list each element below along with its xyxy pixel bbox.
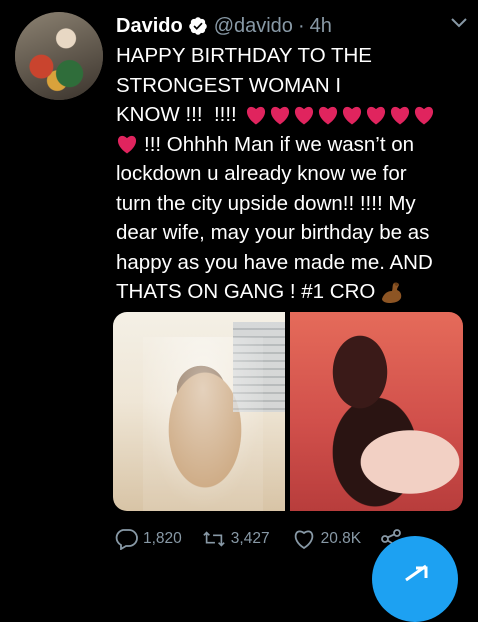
like-count: 20.8K — [320, 530, 362, 547]
retweet-icon — [203, 531, 225, 547]
reply-button[interactable]: 1,820 — [114, 528, 182, 550]
tweet-line: lockdown u already know we for — [116, 162, 407, 185]
retweet-button[interactable]: 3,427 — [202, 528, 270, 550]
tweet-line-with-heart: !!! Ohhhh Man if we wasn’t on — [116, 130, 466, 160]
tweet-line-with-emoji: THATS ON GANG ! #1 CRO — [116, 277, 466, 307]
tweet-line: dear wife, may your birthday be as — [116, 221, 430, 244]
heart-emoji — [414, 106, 433, 125]
heart-emoji — [318, 106, 337, 125]
tweet-header: Davido @davido · 4h — [116, 12, 332, 40]
author-handle[interactable]: @davido — [214, 15, 293, 38]
reply-icon — [115, 529, 138, 550]
tweet-actions: 1,820 3,427 20.8K — [114, 525, 408, 553]
compose-icon — [405, 564, 428, 582]
verified-icon — [188, 17, 207, 35]
like-icon — [294, 530, 313, 550]
avatar[interactable] — [15, 12, 103, 100]
heart-emoji — [342, 106, 361, 125]
timestamp[interactable]: 4h — [310, 15, 332, 38]
media-photo-couple[interactable] — [290, 312, 463, 511]
tweet-line-text: THATS ON GANG ! #1 CRO — [116, 280, 376, 303]
media-photo-bride[interactable] — [113, 312, 285, 511]
tweet-line-text: !!! Ohhhh Man if we wasn’t on — [144, 132, 415, 156]
tweet-text: HAPPY BIRTHDAY TO THE STRONGEST WOMAN I … — [116, 41, 466, 307]
heart-emoji — [270, 106, 289, 125]
compose-button[interactable] — [372, 536, 458, 622]
separator-dot: · — [297, 14, 305, 37]
tweet-media[interactable] — [113, 312, 463, 511]
heart-emoji — [117, 136, 137, 154]
heart-emoji — [390, 106, 409, 125]
heart-emoji — [246, 106, 265, 125]
tweet-line: turn the city upside down!! !!!! My — [116, 191, 416, 215]
heart-emoji — [366, 106, 385, 125]
chevron-down-icon[interactable] — [448, 13, 470, 33]
tweet-line: happy as you have made me. AND — [116, 250, 433, 274]
heart-emoji-row — [245, 105, 437, 125]
like-button[interactable]: 20.8K — [292, 528, 362, 550]
reply-count: 1,820 — [143, 530, 182, 547]
heart-emoji — [294, 106, 313, 125]
flexed-biceps-emoji — [382, 282, 402, 303]
retweet-count: 3,427 — [230, 530, 270, 547]
tweet-line-text: KNOW !!! !!!! — [116, 103, 237, 126]
tweet-line-with-hearts: KNOW !!! !!!! — [116, 100, 466, 130]
author-name[interactable]: Davido — [116, 15, 183, 38]
tweet-line: STRONGEST WOMAN I — [116, 73, 342, 97]
tweet-line: HAPPY BIRTHDAY TO THE — [116, 44, 372, 67]
